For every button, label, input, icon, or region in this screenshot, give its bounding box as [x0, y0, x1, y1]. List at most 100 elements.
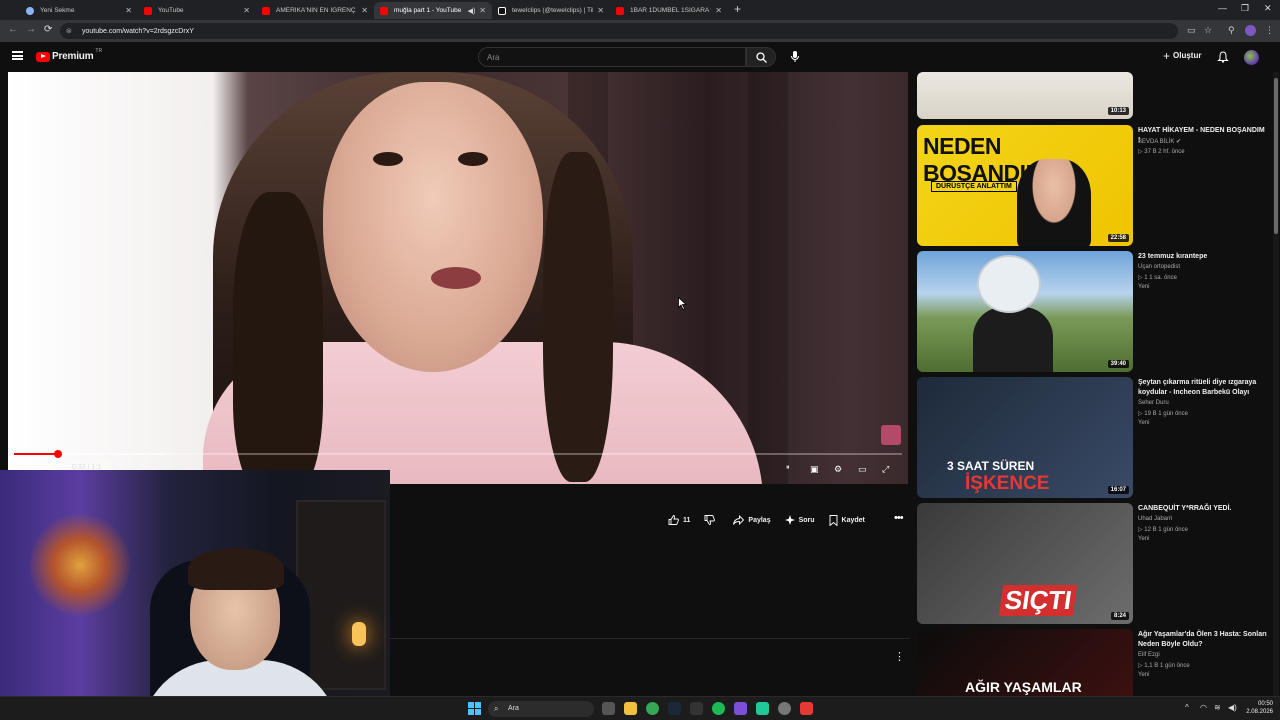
progress-bar[interactable] [14, 450, 902, 458]
forward-icon[interactable]: → [26, 24, 36, 35]
new-tab-button[interactable]: + [734, 2, 741, 16]
minimize-icon[interactable]: — [1218, 3, 1227, 13]
youtube-premium-logo[interactable]: Premium TR [36, 48, 102, 62]
wifi-icon[interactable]: ≋ [1214, 703, 1221, 712]
taskbar-clock[interactable]: 00:50 2.08.2026 [1243, 700, 1273, 716]
account-avatar[interactable] [1244, 50, 1259, 65]
task-view-icon[interactable] [602, 702, 615, 715]
recommendation-channel[interactable]: Uçan ortopedist [1138, 264, 1180, 270]
tab-title: Yeni Sekme [40, 7, 75, 14]
more-actions-icon[interactable]: ••• [894, 512, 904, 524]
tab-new-tab[interactable]: Yeni Sekme ✕ [20, 2, 138, 19]
taskbar-search-box[interactable]: ⌕ Ara [488, 701, 594, 717]
recommendation-thumbnail[interactable]: 10:13 [917, 72, 1133, 119]
recommendation-channel[interactable]: SEVDA BİLİK ✔ [1138, 138, 1181, 145]
recommendation-thumbnail[interactable]: AĞIR YAŞAMLAR [917, 629, 1133, 696]
lamp [352, 622, 366, 646]
tab-youtube[interactable]: YouTube ✕ [138, 2, 256, 19]
close-icon[interactable]: ✕ [243, 6, 250, 15]
speaker-icon[interactable]: ◀) [468, 7, 476, 15]
save-button[interactable]: Kaydet [829, 514, 865, 526]
voice-search-button[interactable] [782, 47, 808, 67]
autoplay-toggle-icon[interactable]: ⏸ [786, 464, 790, 472]
recommendation-thumbnail[interactable]: NEDEN BOŞANDIM? DÜRÜSTÇE ANLATTIM 22:58 [917, 125, 1133, 246]
tab-mugla[interactable]: muğla part 1 - YouTube ◀) ✕ [374, 2, 492, 19]
steam-icon[interactable] [668, 702, 681, 715]
recommendation-thumbnail[interactable]: 39:40 [917, 251, 1133, 372]
recommendation-channel[interactable]: Elif Ezgi [1138, 652, 1160, 658]
url-field[interactable]: ⊜ youtube.com/watch?v=2rdsgzcDrxY [60, 23, 1178, 39]
browser-profile-avatar[interactable] [1245, 25, 1256, 36]
tray-chevron-icon[interactable]: ^ [1185, 703, 1189, 712]
reload-icon[interactable]: ⟳ [44, 24, 52, 35]
close-icon[interactable]: ✕ [479, 6, 486, 15]
youtube-masthead: Premium TR Ara + Oluştur [0, 42, 1280, 72]
scrollbar-thumb[interactable] [1274, 78, 1278, 234]
close-icon[interactable]: ✕ [715, 6, 722, 15]
network-icon[interactable]: ◠ [1200, 703, 1207, 712]
recommendation-channel[interactable]: Uhad Jabarri [1138, 516, 1172, 522]
close-icon[interactable]: ✕ [125, 6, 132, 15]
share-button[interactable]: Paylaş [733, 515, 771, 525]
close-icon[interactable]: ✕ [361, 6, 368, 15]
settings-gear-icon[interactable]: ⚙ [834, 464, 842, 475]
tab-title: YouTube [158, 7, 184, 14]
recommendation-thumbnail[interactable]: SIÇTI 8:24 [917, 503, 1133, 624]
windows-start-icon[interactable] [468, 702, 481, 715]
hamburger-menu-icon[interactable] [12, 51, 23, 60]
taskbar-search-label: Ara [508, 705, 519, 712]
miniplayer-icon[interactable]: ▭ [858, 464, 867, 475]
app-icon[interactable] [800, 702, 813, 715]
obs-icon[interactable] [734, 702, 747, 715]
dislike-button[interactable] [704, 515, 719, 525]
spotify-icon[interactable] [712, 702, 725, 715]
youtube-icon [144, 6, 152, 15]
thumbnail-person [1017, 159, 1091, 246]
like-count: 11 [683, 516, 691, 524]
bookmark-star-icon[interactable]: ☆ [1204, 25, 1212, 36]
search-input[interactable]: Ara [478, 47, 746, 67]
recommendation-thumbnail[interactable]: 3 SAAT SÜREN İŞKENCE 16:07 [917, 377, 1133, 498]
thumbnail-subcaption: İŞKENCE [965, 473, 1050, 494]
volume-icon[interactable]: ◀) [1228, 703, 1237, 712]
ask-button[interactable]: Soru [784, 515, 815, 525]
streamer-hair [188, 548, 284, 590]
settings-icon[interactable] [778, 702, 791, 715]
tab-tiktok[interactable]: teweIclips (@teweIclips) | TikTok ✕ [492, 2, 610, 19]
channel-watermark[interactable] [881, 425, 901, 445]
back-icon[interactable]: ← [8, 24, 18, 35]
create-label: Oluştur [1173, 51, 1202, 60]
tab-1bar[interactable]: 1BAR 1DUMBEL 1SİGARA w/ @ ✕ [610, 2, 728, 19]
create-button[interactable]: + Oluştur [1163, 50, 1202, 62]
close-icon[interactable]: ✕ [597, 6, 604, 15]
site-info-icon[interactable]: ⊜ [66, 27, 76, 35]
duration-badge: 8:24 [1110, 612, 1129, 620]
recommendation-title[interactable]: Ağır Yaşamlar'da Ölen 3 Hasta: Sonları N… [1138, 630, 1268, 650]
recommendation-channel[interactable]: Seher Duru [1138, 400, 1169, 406]
search-button[interactable] [746, 47, 776, 67]
fullscreen-icon[interactable]: ⤢ [882, 464, 889, 475]
app-icon[interactable] [756, 702, 769, 715]
cast-icon[interactable]: ▭ [1187, 25, 1196, 36]
search-icon: ⌕ [494, 704, 499, 713]
recommendation-title[interactable]: Şeytan çıkarma ritüeli diye ızgaraya koy… [1138, 378, 1268, 398]
new-badge: Yeni [1138, 420, 1150, 426]
notifications-bell-icon[interactable] [1217, 51, 1229, 63]
extensions-icon[interactable]: ⚲ [1228, 25, 1235, 36]
window-close-icon[interactable]: ✕ [1264, 3, 1272, 14]
like-button[interactable]: 11 [668, 515, 690, 525]
recommendation-title[interactable]: 23 temmuz kırantepe [1138, 252, 1268, 262]
subtitles-icon[interactable]: ▣ [810, 464, 819, 475]
recommendation-title[interactable]: CANBEQUİT Y*RRAĞI YEDİ. [1138, 504, 1268, 514]
app-icon[interactable] [690, 702, 703, 715]
recommendation-meta: ▷ 1,1 B 1 gün önce [1138, 663, 1190, 669]
tab-amerika[interactable]: AMERİKA'NIN EN İĞRENÇ PROJE ✕ [256, 2, 374, 19]
restore-icon[interactable]: ❐ [1241, 3, 1249, 14]
video-player[interactable] [8, 72, 908, 484]
comment-menu-icon[interactable]: ⋮ [894, 650, 905, 663]
address-bar-row: ← → ⟳ ⊜ youtube.com/watch?v=2rdsgzcDrxY … [0, 20, 1280, 42]
clock-time: 00:50 [1257, 701, 1273, 707]
chrome-taskbar-icon[interactable] [646, 702, 659, 715]
file-explorer-icon[interactable] [624, 702, 637, 715]
menu-kebab-icon[interactable]: ⋮ [1265, 25, 1274, 36]
